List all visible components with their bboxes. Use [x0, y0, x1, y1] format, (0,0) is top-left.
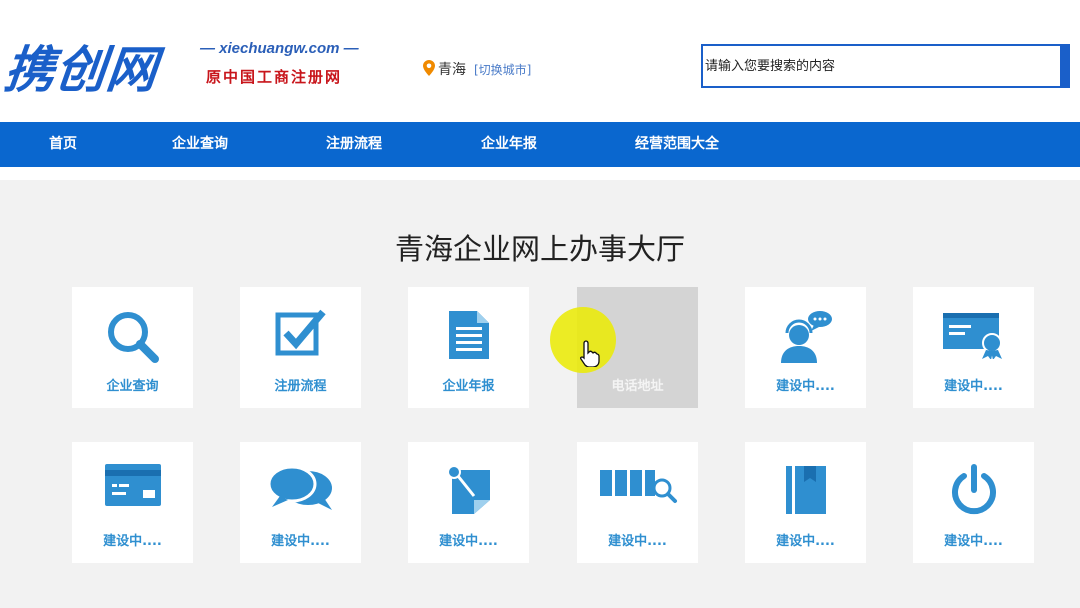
nav-company-query[interactable]: 企业查询 [172, 122, 228, 167]
location-pin-icon [423, 60, 435, 76]
pin-note-icon [446, 465, 490, 514]
card-under-construction-8[interactable]: 建设中.... [913, 442, 1034, 563]
customer-service-icon [780, 311, 832, 363]
card-under-construction-7[interactable]: 建设中.... [745, 442, 866, 563]
search-input[interactable] [703, 46, 1065, 86]
nav-business-scope[interactable]: 经营范围大全 [635, 122, 719, 167]
bar-search-icon [599, 470, 677, 503]
card-label: 建设中.... [608, 534, 667, 549]
power-icon [951, 464, 996, 515]
card-label: 建设中.... [103, 534, 162, 549]
switch-city-link[interactable]: [切换城市] [474, 61, 531, 78]
card-under-construction-4[interactable]: 建设中.... [240, 442, 361, 563]
current-city: 青海 [438, 62, 466, 78]
card-registration-process[interactable]: 注册流程 [240, 287, 361, 408]
card-label: 企业查询 [106, 379, 159, 394]
card-under-construction-6[interactable]: 建设中.... [577, 442, 698, 563]
logo-subtitle: 原中国工商注册网 [206, 68, 343, 86]
book-icon [785, 466, 826, 514]
card-annual-report[interactable]: 企业年报 [408, 287, 529, 408]
card-label: 建设中.... [439, 534, 498, 549]
card-label: 注册流程 [274, 379, 327, 394]
nav-annual-report[interactable]: 企业年报 [481, 122, 537, 167]
logo-domain: — xiechuangw.com — [200, 40, 359, 57]
nav-registration-process[interactable]: 注册流程 [326, 122, 382, 167]
main-nav: 首页 企业查询 注册流程 企业年报 经营范围大全 [0, 122, 1080, 167]
card-icon [104, 464, 161, 506]
card-under-construction-5[interactable]: 建设中.... [408, 442, 529, 563]
card-label: 企业年报 [442, 379, 495, 394]
search-box [701, 44, 1070, 88]
card-label: 建设中.... [944, 534, 1003, 549]
card-label: 建设中.... [944, 379, 1003, 394]
hall-title: 青海企业网上办事大厅 [394, 232, 685, 266]
card-label: 建设中.... [776, 534, 835, 549]
card-under-construction-1[interactable]: 建设中.... [745, 287, 866, 408]
card-label: 建设中.... [776, 379, 835, 394]
card-company-query[interactable]: 企业查询 [72, 287, 193, 408]
chat-bubbles-icon [267, 465, 332, 510]
checkbox-icon [275, 309, 326, 356]
site-logo[interactable]: 携创网 [1, 30, 162, 102]
search-button[interactable] [1060, 44, 1070, 88]
magnifier-icon [107, 312, 159, 363]
certificate-icon [942, 313, 1002, 359]
hand-cursor-icon [580, 340, 600, 367]
nav-home[interactable]: 首页 [49, 122, 77, 167]
card-label: 建设中.... [271, 534, 330, 549]
card-under-construction-3[interactable]: 建设中.... [72, 442, 193, 563]
document-icon [448, 311, 489, 359]
site-header: 携创网 — xiechuangw.com — 原中国工商注册网 青海 [切换城市… [0, 0, 1080, 122]
card-label: 电话地址 [611, 379, 664, 394]
card-under-construction-2[interactable]: 建设中.... [913, 287, 1034, 408]
